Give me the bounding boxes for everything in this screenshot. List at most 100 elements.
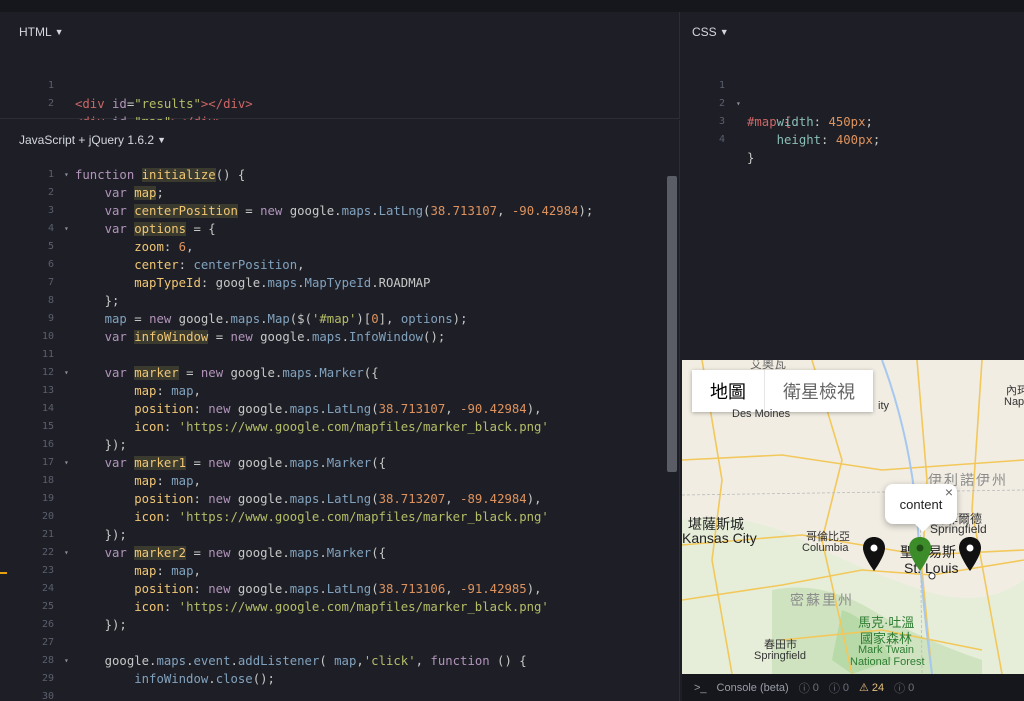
info-window-tail (915, 524, 931, 532)
code-line: 25 icon: 'https://www.google.com/mapfile… (0, 598, 679, 616)
line-number: 12 (41, 367, 54, 378)
error-count: 0 (812, 681, 819, 694)
line-number: 2 (47, 98, 54, 109)
info-window-content: content (899, 496, 943, 512)
dropdown-caret-icon[interactable]: ▼ (720, 27, 729, 37)
code-line: 19 position: new google.maps.LatLng(38.7… (0, 490, 679, 508)
fold-arrow-icon[interactable]: ▾ (64, 220, 69, 238)
line-number: 6 (47, 259, 54, 270)
top-bar (0, 0, 1024, 12)
map-marker-black-icon[interactable] (862, 536, 886, 572)
code-text: google.maps.event.addListener( map,'clic… (75, 654, 527, 668)
line-number: 2 (47, 187, 54, 198)
css-editor-panel: CSS ▼ 1 ▾ #map { 2 width: 450px; 3 heigh… (681, 12, 1024, 360)
log-icon: ⓘ (894, 682, 906, 695)
map-label-region: 密蘇里州 (790, 592, 854, 608)
code-line: 5 zoom: 6, (0, 238, 679, 256)
line-number: 22 (41, 547, 54, 558)
fold-arrow-icon[interactable]: ▾ (64, 166, 69, 184)
js-code[interactable]: 1 ▾ function initialize() { 2 var map; 3 v… (0, 166, 679, 701)
css-code[interactable]: 1 ▾ #map { 2 width: 450px; 3 height: 400… (681, 59, 1024, 165)
map-label-park: National Forest (850, 656, 925, 668)
fold-arrow-icon[interactable]: ▾ (64, 652, 69, 670)
code-line: 28 ▾ google.maps.event.addListener( map,'… (0, 652, 679, 670)
code-text: var options = { (104, 222, 216, 236)
warning-icon: ⚠ (858, 682, 869, 694)
code-line: 1 <div id="results"></div> (0, 59, 679, 111)
line-number: 24 (41, 583, 54, 594)
warning-count-badge[interactable]: ⚠ 24 (858, 681, 885, 695)
line-number: 23 (41, 565, 54, 576)
log-count-badge[interactable]: ⓘ 0 (894, 680, 914, 696)
code-line: 4 ▾ var options = { (0, 220, 679, 238)
line-number: 19 (41, 493, 54, 504)
dropdown-caret-icon[interactable]: ▼ (157, 135, 166, 145)
code-line: 8 }; (0, 292, 679, 310)
code-line: 13 map: map, (0, 382, 679, 400)
error-count-badge[interactable]: ⓘ 0 (799, 680, 819, 696)
js-editor-panel: JavaScript + jQuery 1.6.2 ▼ 1 ▾ function i… (0, 120, 680, 701)
html-panel-title: HTML (19, 25, 52, 39)
line-number: 1 (47, 169, 54, 180)
map-marker-black-icon[interactable] (958, 536, 982, 572)
line-number: 4 (47, 223, 54, 234)
code-line: 11 (0, 346, 679, 364)
map-label: Nap (1004, 396, 1024, 408)
resize-handle[interactable] (0, 572, 7, 574)
html-panel-header[interactable]: HTML ▼ (0, 12, 679, 52)
line-number: 3 (47, 205, 54, 216)
code-line: 10 var infoWindow = new google.maps.Info… (0, 328, 679, 346)
close-icon[interactable]: × (945, 484, 953, 500)
code-text: }); (75, 528, 127, 542)
code-text: height: 400px; (776, 133, 881, 147)
js-panel-title: JavaScript + jQuery 1.6.2 (19, 133, 155, 147)
fold-arrow-icon[interactable]: ▾ (64, 364, 69, 382)
warning-count: 24 (871, 681, 885, 694)
code-text: infoWindow.close(); (134, 672, 275, 686)
map-marker-green-icon[interactable] (908, 536, 932, 572)
fold-arrow-icon[interactable]: ▾ (64, 454, 69, 472)
map-label: Des Moines (732, 408, 791, 420)
line-number: 14 (41, 403, 54, 414)
css-panel-header[interactable]: CSS ▼ (681, 12, 1024, 52)
line-number: 21 (41, 529, 54, 540)
console-label[interactable]: Console (beta) (717, 682, 789, 694)
map-type-roadmap-button[interactable]: 地圖 (692, 370, 765, 412)
code-line: 18 map: map, (0, 472, 679, 490)
code-line: 26 }); (0, 616, 679, 634)
js-scrollbar-thumb[interactable] (667, 176, 677, 472)
line-number: 29 (41, 673, 54, 684)
line-number: 28 (41, 655, 54, 666)
code-text: <div id="results"></div> (75, 97, 253, 111)
code-text: map = new google.maps.Map($('#map')[0], … (104, 312, 468, 326)
code-line: 2 <div id="map"></div> (0, 77, 679, 129)
info-window[interactable]: content × (885, 484, 957, 532)
js-panel-header[interactable]: JavaScript + jQuery 1.6.2 ▼ (0, 120, 679, 160)
info-count-badge[interactable]: ⓘ 0 (829, 680, 849, 696)
code-line: 7 mapTypeId: google.maps.MapTypeId.ROADM… (0, 274, 679, 292)
code-text: map: map, (134, 474, 201, 488)
map-output[interactable]: 地圖 衛星檢視 艾奧瓦 Des Moines ity 內珂 Nap 伊利諾伊州 … (682, 360, 1024, 674)
line-number: 5 (47, 241, 54, 252)
code-text: icon: 'https://www.google.com/mapfiles/m… (134, 420, 549, 434)
map-label: Kansas City (682, 530, 757, 546)
code-line: 12 ▾ var marker = new google.maps.Marker(… (0, 364, 679, 382)
map-label-park: Mark Twain (858, 644, 915, 656)
map-label: Springfield (930, 522, 987, 536)
fold-arrow-icon[interactable]: ▾ (64, 544, 69, 562)
code-text: var infoWindow = new google.maps.InfoWin… (104, 330, 446, 344)
code-text: position: new google.maps.LatLng(38.7131… (134, 402, 542, 416)
code-text: function initialize() { (75, 168, 246, 182)
code-text: icon: 'https://www.google.com/mapfiles/m… (134, 510, 549, 524)
code-text: } (747, 151, 755, 165)
map-type-satellite-button[interactable]: 衛星檢視 (765, 370, 873, 412)
console-bar[interactable]: >_ Console (beta) ⓘ 0 ⓘ 0 ⚠ 24 ⓘ 0 (682, 674, 1024, 701)
dropdown-caret-icon[interactable]: ▼ (55, 27, 64, 37)
code-text: icon: 'https://www.google.com/mapfiles/m… (134, 600, 549, 614)
map-label: Springfield (754, 650, 806, 662)
line-number: 4 (718, 134, 725, 145)
code-line: 23 map: map, (0, 562, 679, 580)
info-icon: ⓘ (828, 682, 840, 695)
html-code[interactable]: 1 <div id="results"></div> 2 <div id="ma… (0, 59, 679, 129)
code-line: 14 position: new google.maps.LatLng(38.7… (0, 400, 679, 418)
